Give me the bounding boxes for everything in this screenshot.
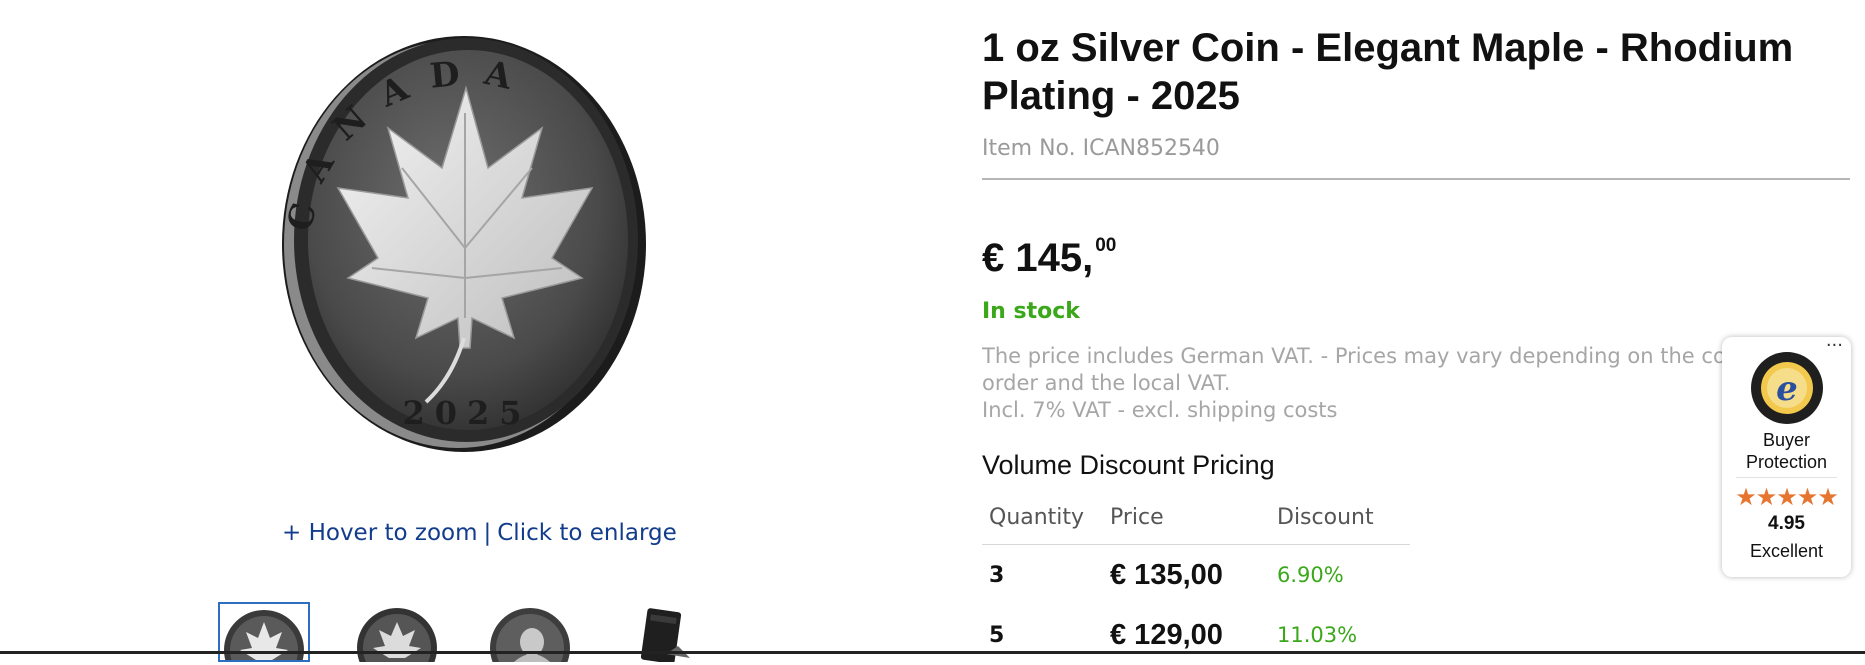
vat-note-line-1: The price includes German VAT. - Prices … — [982, 344, 1742, 368]
coin-year: 2025 — [402, 394, 531, 432]
row-price: € 135,00 — [1110, 558, 1223, 591]
column-header-price: Price — [1103, 490, 1270, 545]
hover-to-zoom-link[interactable]: + Hover to zoom — [282, 520, 478, 546]
product-gallery: CANADA 2025 + Hover to zoom | Click to enl… — [0, 0, 940, 662]
row-quantity: 3 — [989, 562, 1005, 588]
vat-note: The price includes German VAT. - Prices … — [982, 343, 1742, 427]
trusted-shops-badge[interactable]: ··· e Buyer Protection ★★★★★ 4.95 Excell… — [1722, 335, 1851, 577]
buyer-protection-label: Buyer Protection — [1745, 430, 1828, 472]
rating-stars-icon: ★★★★★ — [1735, 483, 1839, 511]
rating-text: Excellent — [1749, 541, 1824, 561]
row-quantity: 5 — [989, 622, 1005, 648]
price-main: € 145, — [982, 236, 1094, 280]
zoom-hint: + Hover to zoom | Click to enlarge — [282, 520, 677, 546]
svg-text:e: e — [1776, 369, 1798, 409]
badge-divider — [1736, 477, 1837, 478]
trusted-shops-seal-icon: e — [1751, 352, 1823, 424]
volume-discount-table: Quantity Price Discount 3 € 135,00 6.90%… — [982, 490, 1410, 665]
more-options-icon[interactable]: ··· — [1826, 335, 1843, 356]
coin-image[interactable]: CANADA 2025 — [252, 18, 682, 470]
rating-score: 4.95 — [1768, 513, 1805, 534]
row-price: € 129,00 — [1110, 618, 1223, 651]
zoom-hint-separator: | — [483, 520, 492, 546]
price: € 145, 00 — [982, 234, 1117, 281]
table-row: 3 € 135,00 6.90% — [982, 545, 1410, 606]
row-discount: 6.90% — [1277, 563, 1344, 587]
vat-note-line-2: order and the local VAT. — [982, 371, 1231, 395]
title-rule — [982, 178, 1850, 180]
column-header-quantity: Quantity — [982, 490, 1103, 545]
table-header-row: Quantity Price Discount — [982, 490, 1410, 545]
column-header-discount: Discount — [1270, 490, 1410, 545]
availability-status: In stock — [982, 299, 1080, 324]
price-cents: 00 — [1095, 234, 1117, 256]
volume-discount-title: Volume Discount Pricing — [982, 450, 1275, 480]
item-number: Item No. ICAN852540 — [982, 136, 1220, 161]
product-title: 1 oz Silver Coin - Elegant Maple - Rhodi… — [982, 26, 1794, 118]
table-row: 5 € 129,00 11.03% — [982, 605, 1410, 665]
click-to-enlarge-link[interactable]: Click to enlarge — [497, 520, 677, 546]
vat-note-line-3: Incl. 7% VAT - excl. shipping costs — [982, 398, 1338, 422]
row-discount: 11.03% — [1277, 623, 1358, 647]
